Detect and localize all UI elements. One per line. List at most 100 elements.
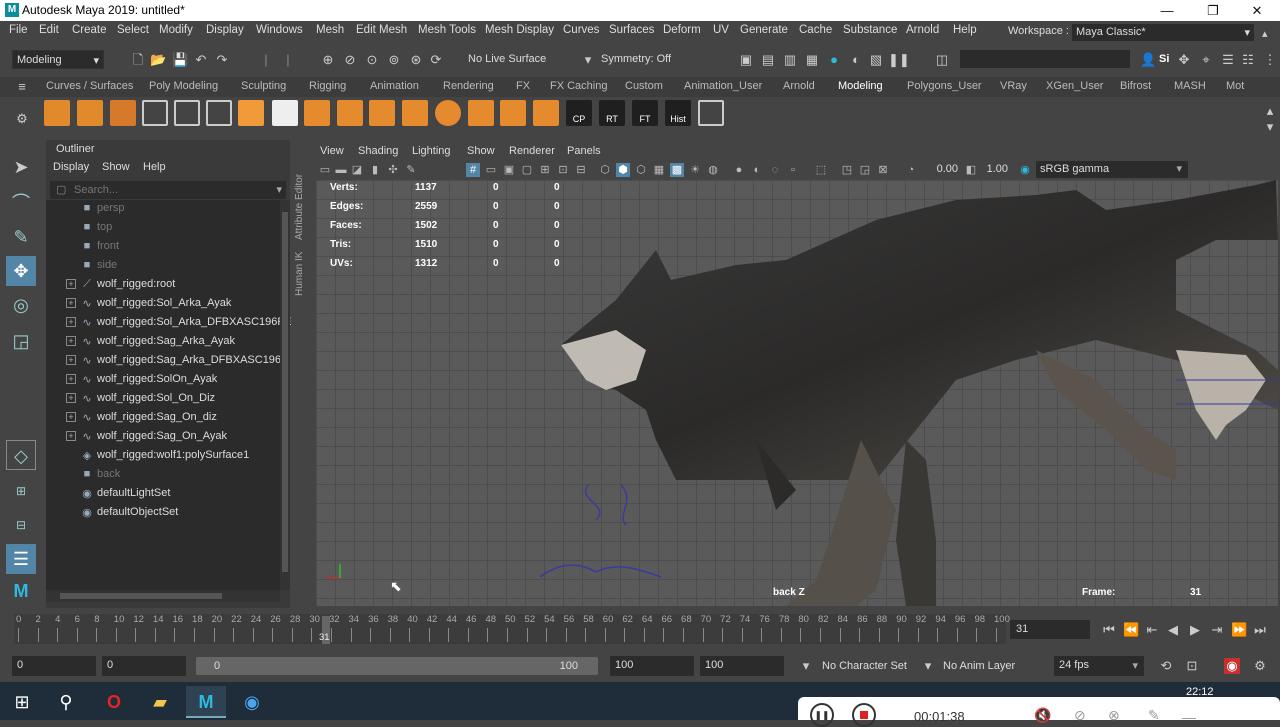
- tab-mash[interactable]: MASH: [1174, 80, 1206, 92]
- outliner-menu-show[interactable]: Show: [102, 161, 130, 173]
- scene-start-field[interactable]: 0: [12, 656, 96, 676]
- hypershade-icon[interactable]: ◐: [848, 52, 864, 68]
- shelf-sphere-icon[interactable]: [435, 100, 461, 126]
- play-backward-icon[interactable]: ◀: [1165, 622, 1181, 638]
- save-scene-icon[interactable]: 💾: [172, 52, 188, 68]
- outliner-item-back[interactable]: ■ back: [46, 466, 280, 485]
- image-plane-icon[interactable]: ▮: [368, 163, 382, 177]
- file-explorer-icon[interactable]: ▰: [140, 686, 180, 718]
- step-forward-frame-icon[interactable]: ⏩: [1231, 622, 1247, 638]
- menu-uv[interactable]: UV: [713, 24, 729, 36]
- minimize-recorder-icon[interactable]: —: [1182, 709, 1196, 725]
- camera-attributes-icon[interactable]: ▬: [334, 163, 348, 177]
- menu-select[interactable]: Select: [117, 24, 149, 36]
- xray-joints-icon[interactable]: ◲: [858, 163, 872, 177]
- antialiasing-icon[interactable]: ◌: [768, 163, 782, 177]
- color-management-icon[interactable]: ◉: [1018, 163, 1032, 177]
- outliner-item-object-set[interactable]: ◉ defaultObjectSet: [46, 504, 280, 523]
- bookmark-icon[interactable]: ◪: [350, 163, 364, 177]
- outliner-item-mesh[interactable]: ◈ wolf_rigged:wolf1:polySurface1: [46, 447, 280, 466]
- autokey-icon[interactable]: ⊡: [1184, 658, 1200, 674]
- shelf-extrude-icon[interactable]: [44, 100, 70, 126]
- field-chart-icon[interactable]: ⊞: [538, 163, 552, 177]
- outliner-item-front[interactable]: ■ front: [46, 238, 280, 257]
- chevron-down-icon[interactable]: ▾: [798, 658, 814, 674]
- gate-mask-icon[interactable]: ▢: [520, 163, 534, 177]
- shelf-separate-icon[interactable]: [337, 100, 363, 126]
- live-surface-label[interactable]: No Live Surface: [468, 53, 546, 65]
- expand-icon[interactable]: +: [66, 374, 76, 384]
- attribute-editor-icon[interactable]: ☷: [1240, 52, 1256, 68]
- outliner-vscrollbar[interactable]: [280, 200, 290, 590]
- menu-file[interactable]: File: [9, 24, 28, 36]
- expand-icon[interactable]: +: [66, 279, 76, 289]
- shelf-combine-icon[interactable]: [304, 100, 330, 126]
- mic-off-icon[interactable]: ⊗: [1108, 707, 1120, 724]
- menu-mesh-tools[interactable]: Mesh Tools: [418, 24, 476, 36]
- snap-curve-icon[interactable]: ⊘: [342, 52, 358, 68]
- viewport-3d[interactable]: Verts: 1137 0 0 Edges: 2559 0 0 Faces: 1…: [316, 180, 1278, 606]
- attribute-editor-tab[interactable]: Attribute Editor: [294, 150, 305, 240]
- step-back-key-icon[interactable]: ⇤: [1144, 622, 1160, 638]
- outliner-item-curve[interactable]: + ∿ wolf_rigged:Sag_Arka_Ayak: [46, 333, 280, 352]
- outliner-item-curve[interactable]: + ∿ wolf_rigged:Sag_Arka_DFBXASC196FI: [46, 352, 291, 371]
- outliner-item-curve[interactable]: + ∿ wolf_rigged:Sag_On_Ayak: [46, 428, 280, 447]
- single-view-icon[interactable]: ◇: [6, 440, 36, 470]
- menu-windows[interactable]: Windows: [256, 24, 303, 36]
- select-camera-icon[interactable]: ▭: [318, 163, 332, 177]
- character-set-label[interactable]: No Character Set: [822, 660, 907, 672]
- shelf-ft-button[interactable]: FT: [632, 100, 658, 126]
- rotate-tool-icon[interactable]: ◎: [6, 290, 36, 320]
- tab-fx-caching[interactable]: FX Caching: [550, 80, 607, 92]
- panel-layout-icon[interactable]: ◫: [934, 52, 950, 68]
- menu-set-dropdown[interactable]: Modeling ▾: [12, 50, 104, 69]
- sidebar-toggle-icon[interactable]: ✥: [1176, 52, 1192, 68]
- gamma-value[interactable]: 1.00: [982, 163, 1008, 175]
- open-scene-icon[interactable]: 📂: [150, 52, 166, 68]
- playback-end-field[interactable]: 100: [610, 656, 694, 676]
- chevron-down-icon[interactable]: ▾: [920, 658, 936, 674]
- menu-arnold[interactable]: Arnold: [906, 24, 939, 36]
- grid-toggle-icon[interactable]: #: [466, 163, 480, 177]
- outliner-layout-icon[interactable]: ☰: [6, 544, 36, 574]
- step-forward-key-icon[interactable]: ⇥: [1209, 622, 1225, 638]
- time-ruler[interactable]: 0 2 4 6 8 10 12 14 16 18 20 22 24 26 28 30 32 34 36 38 40 42 4…: [14, 614, 1010, 644]
- lighting-icon[interactable]: ▩: [670, 163, 684, 177]
- two-view-icon[interactable]: ⊟: [6, 510, 36, 540]
- outliner-item-curve[interactable]: + ∿ wolf_rigged:Sol_Arka_Ayak: [46, 295, 280, 314]
- expand-icon[interactable]: +: [66, 412, 76, 422]
- redo-icon[interactable]: ↷: [214, 52, 230, 68]
- shelf-mirror-icon[interactable]: [369, 100, 395, 126]
- chevron-down-icon[interactable]: ▾: [580, 52, 596, 68]
- go-to-start-icon[interactable]: ⏮: [1101, 622, 1117, 638]
- motion-blur-icon[interactable]: ◐: [750, 163, 764, 177]
- user-name[interactable]: Si: [1159, 53, 1169, 65]
- menu-edit[interactable]: Edit: [39, 24, 59, 36]
- vp-menu-panels[interactable]: Panels: [567, 145, 601, 157]
- human-ik-tab[interactable]: Human IK: [294, 246, 305, 296]
- paint-select-tool-icon[interactable]: ✎: [6, 222, 36, 252]
- shelf-boolean-icon[interactable]: [402, 100, 428, 126]
- depth-of-field-icon[interactable]: ▫: [786, 163, 800, 177]
- outliner-hscrollbar[interactable]: [46, 590, 280, 602]
- new-scene-icon[interactable]: 🗋: [130, 52, 146, 68]
- tab-custom[interactable]: Custom: [625, 80, 663, 92]
- pause-record-icon[interactable]: ❚❚: [810, 703, 834, 727]
- outliner-search-input[interactable]: [74, 183, 254, 197]
- minimize-button[interactable]: —: [1144, 0, 1190, 21]
- outliner-item-side[interactable]: ■ side: [46, 257, 280, 276]
- shelf-hist-button[interactable]: Hist: [665, 100, 691, 126]
- menu-edit-mesh[interactable]: Edit Mesh: [356, 24, 407, 36]
- menu-surfaces[interactable]: Surfaces: [609, 24, 654, 36]
- shelf-bevel-icon[interactable]: [77, 100, 103, 126]
- select-tool-icon[interactable]: ➤: [6, 152, 36, 182]
- loop-icon[interactable]: ⟲: [1158, 658, 1174, 674]
- render-view-icon[interactable]: ▣: [738, 52, 754, 68]
- snap-surface-icon[interactable]: ⊛: [408, 52, 424, 68]
- tab-animation[interactable]: Animation: [370, 80, 419, 92]
- outliner-item-top[interactable]: ■ top: [46, 219, 280, 238]
- lasso-tool-icon[interactable]: ⌒: [6, 188, 36, 218]
- shelf-rt-button[interactable]: RT: [599, 100, 625, 126]
- go-to-end-icon[interactable]: ⏭: [1252, 622, 1268, 638]
- filter-icon[interactable]: ▢: [56, 183, 66, 196]
